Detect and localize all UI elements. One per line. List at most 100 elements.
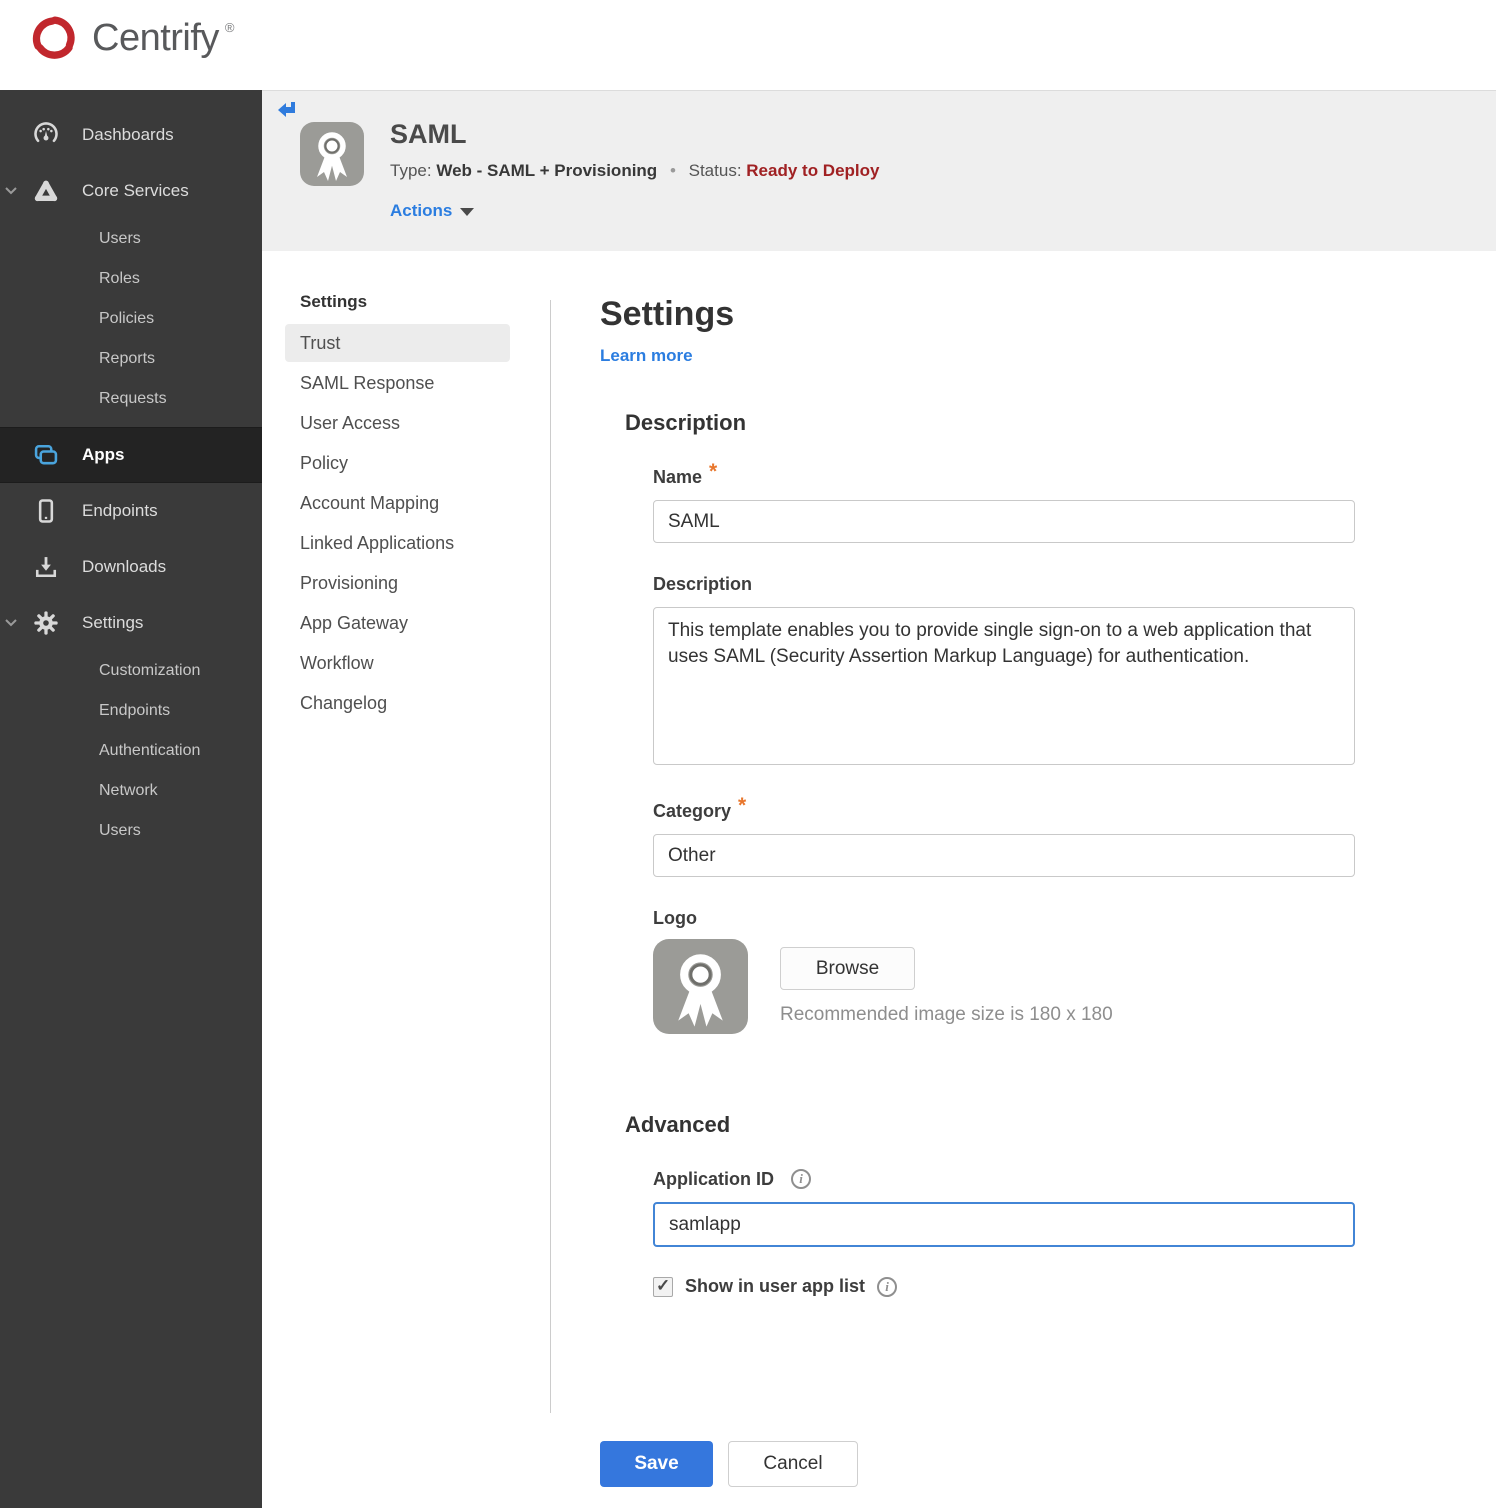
sidebar-item-requests[interactable]: Requests — [0, 379, 262, 419]
brand-name: Centrify — [92, 16, 219, 59]
sidebar-subitem-label: Requests — [99, 390, 167, 407]
brand-logo[interactable]: Centrify ® — [28, 12, 235, 64]
save-button[interactable]: Save — [600, 1441, 713, 1487]
type-value: Web - SAML + Provisioning — [436, 161, 658, 180]
sidebar-subitem-label: Reports — [99, 350, 156, 367]
subnav-item-label: Policy — [300, 452, 349, 473]
status-badge: Ready to Deploy — [746, 161, 880, 180]
sidebar-item-policies[interactable]: Policies — [0, 299, 262, 339]
sidebar-item-label: Dashboards — [82, 125, 174, 144]
sidebar-subitem-label: Customization — [99, 662, 201, 679]
sidebar-subitem-label: Policies — [99, 310, 155, 327]
mobile-endpoint-icon — [38, 499, 54, 523]
subnav-item-label: Provisioning — [300, 572, 399, 593]
subnav-item-changelog[interactable]: Changelog — [285, 684, 510, 722]
app-logo — [300, 122, 364, 186]
download-icon — [35, 557, 57, 578]
sidebar-item-settings[interactable]: Settings — [0, 595, 262, 651]
sidebar-item-roles[interactable]: Roles — [0, 259, 262, 299]
description-section: Description Name * Description This temp… — [600, 410, 1360, 1034]
page-title: SAML — [390, 119, 467, 149]
category-input[interactable] — [653, 834, 1355, 877]
back-arrow-button[interactable] — [276, 98, 300, 122]
name-input[interactable] — [653, 500, 1355, 543]
sidebar-item-customization[interactable]: Customization — [0, 651, 262, 691]
form-footer: Save Cancel — [600, 1441, 858, 1487]
subnav-item-label: Linked Applications — [300, 532, 455, 553]
sidebar-item-network[interactable]: Network — [0, 771, 262, 811]
sidebar-subitem-label: Endpoints — [99, 702, 171, 719]
name-label: Name * — [653, 460, 718, 487]
subnav-item-label: Changelog — [300, 692, 388, 713]
advanced-section: Advanced Application ID i Show in user a… — [600, 1112, 1360, 1297]
vertical-divider — [550, 300, 551, 1413]
sidebar-item-dashboards[interactable]: Dashboards — [0, 107, 262, 163]
sidebar-item-downloads[interactable]: Downloads — [0, 539, 262, 595]
sidebar-subitem-label: Users — [99, 822, 141, 839]
sidebar-item-label: Settings — [82, 613, 144, 632]
actions-label: Actions — [390, 201, 453, 220]
caret-down-icon — [460, 208, 475, 216]
learn-more-link[interactable]: Learn more — [600, 346, 693, 366]
subnav-item-policy[interactable]: Policy — [285, 444, 510, 482]
settings-content: Settings Learn more Description Name * D… — [600, 295, 1360, 1297]
sidebar-subitem-label: Network — [99, 782, 158, 799]
subnav-item-user-access[interactable]: User Access — [285, 404, 510, 442]
required-asterisk: * — [738, 794, 747, 817]
subnav-item-label: Workflow — [300, 652, 374, 673]
apps-icon — [34, 444, 58, 465]
cancel-button[interactable]: Cancel — [728, 1441, 858, 1487]
sidebar-item-settings-users[interactable]: Users — [0, 811, 262, 851]
content-title: Settings — [600, 295, 735, 333]
registered-mark: ® — [224, 20, 235, 35]
sidebar-subitem-label: Users — [99, 230, 141, 247]
info-icon[interactable]: i — [877, 1276, 898, 1297]
application-id-input[interactable] — [653, 1202, 1355, 1247]
logo-label: Logo — [653, 908, 697, 928]
subnav-item-app-gateway[interactable]: App Gateway — [285, 604, 510, 642]
info-icon[interactable]: i — [791, 1169, 811, 1189]
required-asterisk: * — [709, 460, 718, 483]
subnav-item-linked-applications[interactable]: Linked Applications — [285, 524, 510, 562]
chevron-down-icon — [5, 619, 17, 627]
show-in-user-app-list-label: Show in user app list — [685, 1276, 866, 1296]
sidebar-item-endpoints[interactable]: Endpoints — [0, 483, 262, 539]
show-in-user-app-list-checkbox[interactable] — [653, 1276, 673, 1297]
app-header: SAML Type: Web - SAML + Provisioning • S… — [262, 90, 1496, 251]
settings-subnav: Settings Trust SAML Response User Access… — [285, 292, 510, 724]
sidebar-item-authentication[interactable]: Authentication — [0, 731, 262, 771]
centrify-logo-icon — [32, 16, 75, 59]
core-services-icon — [34, 180, 58, 202]
sidebar-item-users[interactable]: Users — [0, 219, 262, 259]
subnav-item-label: Account Mapping — [300, 492, 440, 513]
gauge-icon — [34, 122, 58, 143]
application-id-label: Application ID i — [653, 1169, 1360, 1190]
sidebar-subitem-label: Authentication — [99, 742, 201, 759]
sidebar-item-reports[interactable]: Reports — [0, 339, 262, 379]
category-label: Category * — [653, 794, 747, 821]
status-label: Status: — [688, 161, 742, 180]
subnav-item-saml-response[interactable]: SAML Response — [285, 364, 510, 402]
subnav-item-workflow[interactable]: Workflow — [285, 644, 510, 682]
sidebar: Dashboards Core Services Users Roles Pol… — [0, 90, 262, 1508]
sidebar-item-core-services[interactable]: Core Services — [0, 163, 262, 219]
subnav-item-label: App Gateway — [300, 612, 409, 633]
subnav-item-provisioning[interactable]: Provisioning — [285, 564, 510, 602]
subnav-item-label: SAML Response — [300, 372, 435, 393]
logo-preview — [653, 939, 748, 1034]
description-label: Description — [653, 574, 753, 594]
description-textarea[interactable]: This template enables you to provide sin… — [653, 607, 1355, 765]
section-heading: Advanced — [625, 1112, 731, 1137]
sidebar-item-settings-endpoints[interactable]: Endpoints — [0, 691, 262, 731]
browse-button[interactable]: Browse — [780, 947, 915, 990]
sidebar-item-apps[interactable]: Apps — [0, 427, 262, 483]
actions-dropdown[interactable]: Actions — [390, 201, 475, 221]
subnav-item-account-mapping[interactable]: Account Mapping — [285, 484, 510, 522]
award-ribbon-icon — [678, 954, 723, 1027]
subnav-item-trust[interactable]: Trust — [285, 324, 510, 362]
award-ribbon-icon — [317, 132, 347, 181]
app-meta: Type: Web - SAML + Provisioning • Status… — [390, 161, 879, 181]
subnav-item-label: User Access — [300, 412, 401, 433]
sidebar-subitem-label: Roles — [99, 270, 140, 287]
sidebar-item-label: Apps — [82, 445, 125, 464]
